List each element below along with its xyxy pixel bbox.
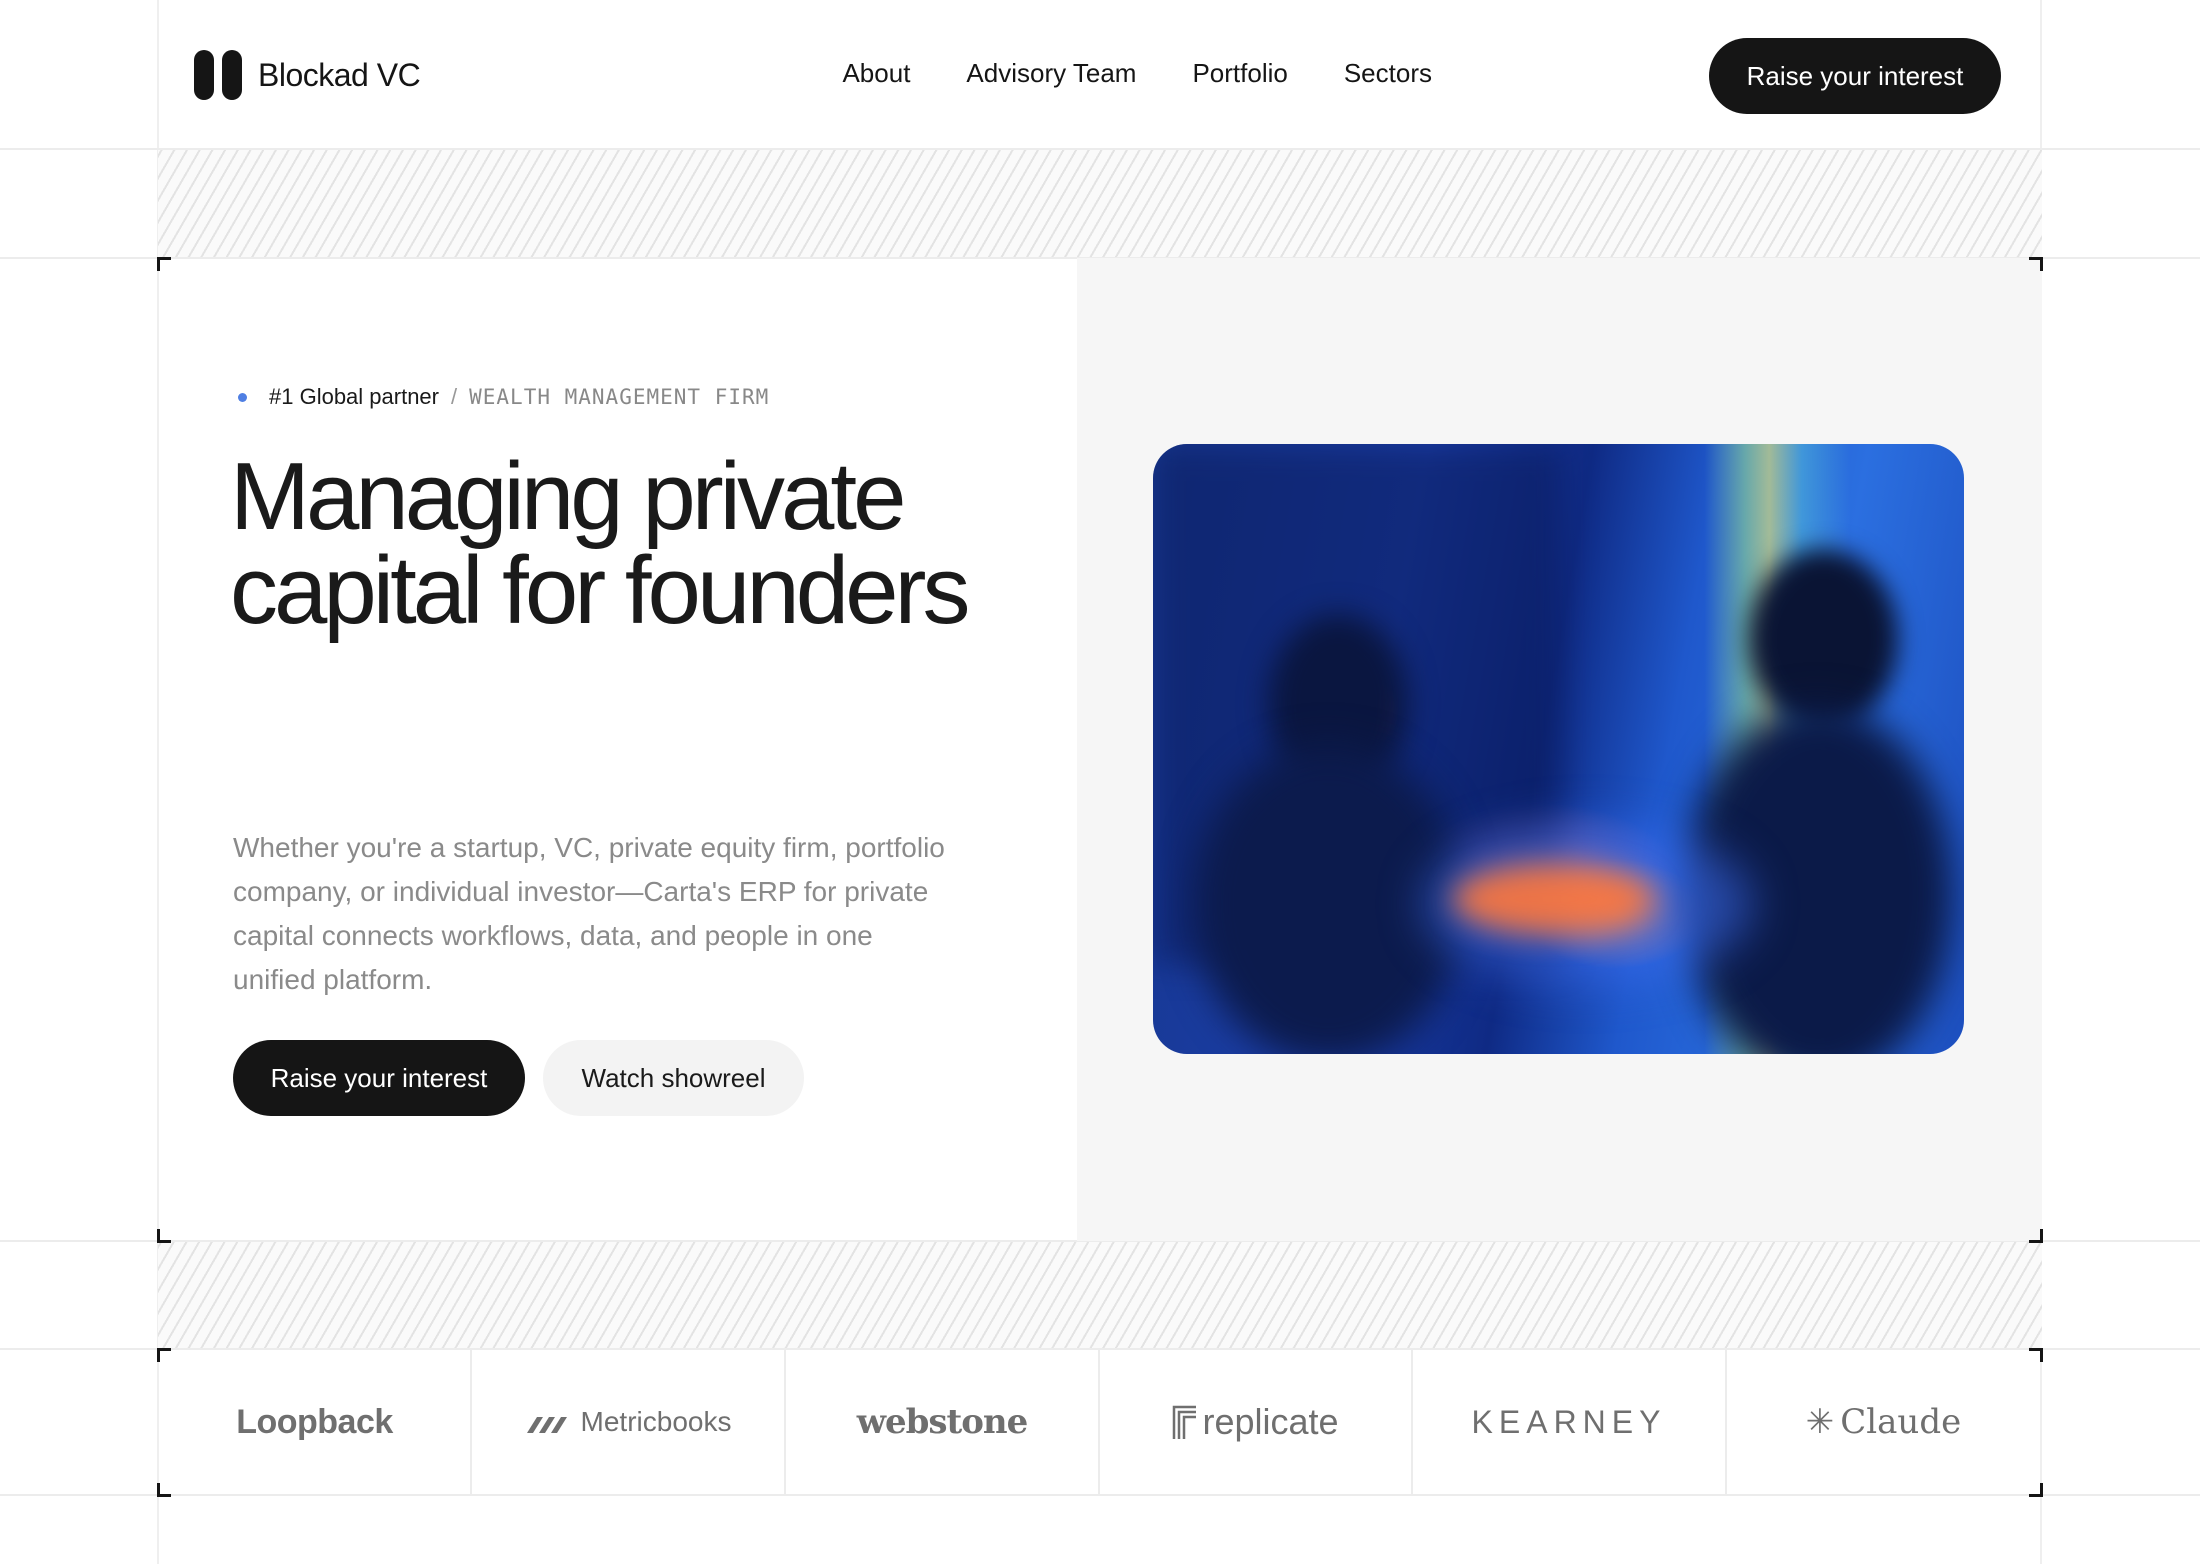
hero-headline: Managing private capital for founders	[230, 449, 990, 639]
hero-tagline: #1 Global partner / WEALTH MANAGEMENT FI…	[238, 384, 769, 410]
brand-logo[interactable]: Blockad VC	[194, 50, 421, 100]
corner-mark-icon	[157, 257, 171, 271]
headline-line-2: capital for founders	[230, 537, 970, 644]
logo-text-claude: Claude	[1840, 1402, 1962, 1442]
brand-mark-icon	[194, 50, 242, 100]
headline-line-1: Managing private	[230, 443, 906, 550]
main-nav: About Advisory Team Portfolio Sectors	[842, 58, 1432, 89]
tagline-main: #1 Global partner	[269, 384, 439, 409]
hero-description: Whether you're a startup, VC, private eq…	[233, 832, 945, 995]
client-logo-metricbooks: Metricbooks	[472, 1350, 784, 1494]
hatched-band-top	[158, 150, 2042, 257]
nav-item-advisory-team[interactable]: Advisory Team	[966, 58, 1136, 89]
logo-text-webstone: webstone	[856, 1402, 1029, 1442]
nav-item-portfolio[interactable]: Portfolio	[1192, 58, 1287, 89]
photo-person-right	[1748, 549, 1898, 729]
divider-logos-bottom	[0, 1494, 2200, 1496]
hatched-band-bottom	[158, 1242, 2042, 1348]
claude-starburst-icon: ✳	[1805, 1403, 1835, 1441]
nav-item-about[interactable]: About	[842, 58, 910, 89]
client-logo-loopback: Loopback	[159, 1350, 470, 1494]
corner-mark-icon	[157, 1229, 171, 1243]
client-logo-claude: ✳ Claude	[1727, 1350, 2040, 1494]
nav-item-sectors[interactable]: Sectors	[1344, 58, 1432, 89]
header-raise-interest-button[interactable]: Raise your interest	[1709, 38, 2001, 114]
tagline-separator: /	[451, 384, 458, 409]
logo-text-metricbooks: Metricbooks	[580, 1406, 732, 1437]
tagline-sub: WEALTH MANAGEMENT FIRM	[469, 385, 770, 409]
watch-showreel-button[interactable]: Watch showreel	[543, 1040, 804, 1116]
client-logo-replicate: replicate	[1100, 1350, 1411, 1494]
photo-orange-light	[1453, 864, 1653, 934]
corner-mark-icon	[2029, 1229, 2043, 1243]
raise-interest-button[interactable]: Raise your interest	[233, 1040, 525, 1116]
replicate-icon	[1173, 1405, 1197, 1439]
client-logo-webstone: webstone	[786, 1350, 1098, 1494]
metricbooks-icon	[526, 1417, 567, 1433]
brand-name: Blockad VC	[258, 56, 421, 93]
hero-photo	[1153, 444, 1964, 1054]
status-dot-icon	[238, 392, 247, 402]
client-logo-kearney: KEARNEY	[1413, 1350, 1725, 1494]
logo-text-replicate: replicate	[1202, 1401, 1339, 1442]
corner-mark-icon	[2029, 257, 2043, 271]
logo-text-loopback: Loopback	[236, 1402, 393, 1441]
logo-text-kearney: KEARNEY	[1471, 1403, 1667, 1440]
